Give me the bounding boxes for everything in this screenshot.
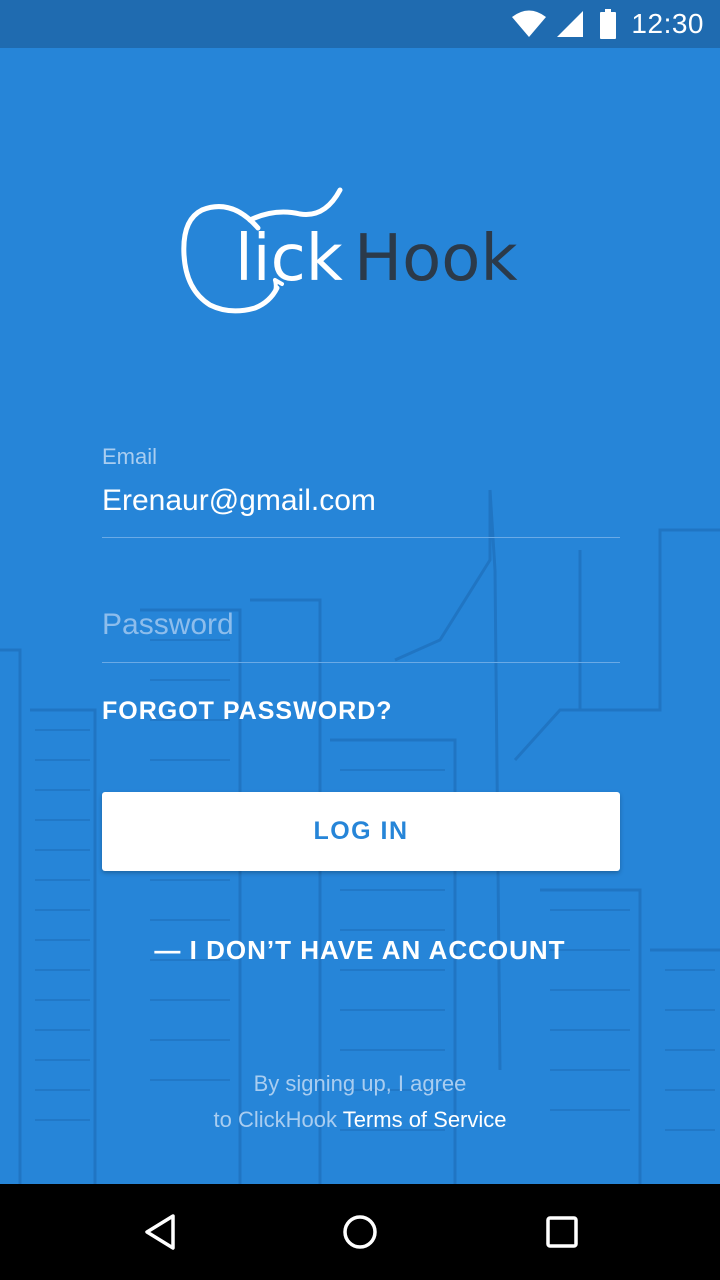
logo-text-light: lick [235, 222, 343, 296]
terms-text: By signing up, I agree to ClickHook Term… [0, 1066, 720, 1138]
home-icon[interactable] [338, 1210, 382, 1254]
navigation-bar [0, 1184, 720, 1280]
email-underline [102, 537, 620, 538]
status-time: 12:30 [631, 8, 704, 39]
back-icon[interactable] [138, 1210, 182, 1254]
terms-of-service-link[interactable]: Terms of Service [343, 1107, 507, 1132]
login-button[interactable]: LOG IN [102, 792, 620, 871]
email-field[interactable]: Erenaur@gmail.com [102, 484, 376, 518]
wifi-icon [511, 10, 547, 38]
password-field[interactable]: Password [102, 608, 234, 642]
terms-prefix: to ClickHook [213, 1107, 337, 1132]
status-bar: 12:30 [0, 0, 720, 48]
status-icons: 12:30 [511, 0, 704, 48]
no-account-link[interactable]: — I DON’T HAVE AN ACCOUNT [0, 935, 720, 966]
terms-line-1: By signing up, I agree [253, 1071, 467, 1096]
password-underline [102, 662, 620, 663]
email-label: Email [102, 444, 158, 469]
recents-icon[interactable] [540, 1210, 584, 1254]
login-button-label: LOG IN [313, 817, 409, 845]
clickhook-logo: lick Hook [180, 180, 560, 320]
login-screen: 12:30 lick Hook Email Erenaur@gmail.com … [0, 0, 720, 1280]
battery-icon [599, 9, 617, 39]
logo-text-dark: Hook [354, 222, 518, 296]
forgot-password-link[interactable]: FORGOT PASSWORD? [102, 697, 393, 726]
signal-icon [555, 10, 585, 38]
terms-line-2: to ClickHook Terms of Service [0, 1102, 720, 1138]
